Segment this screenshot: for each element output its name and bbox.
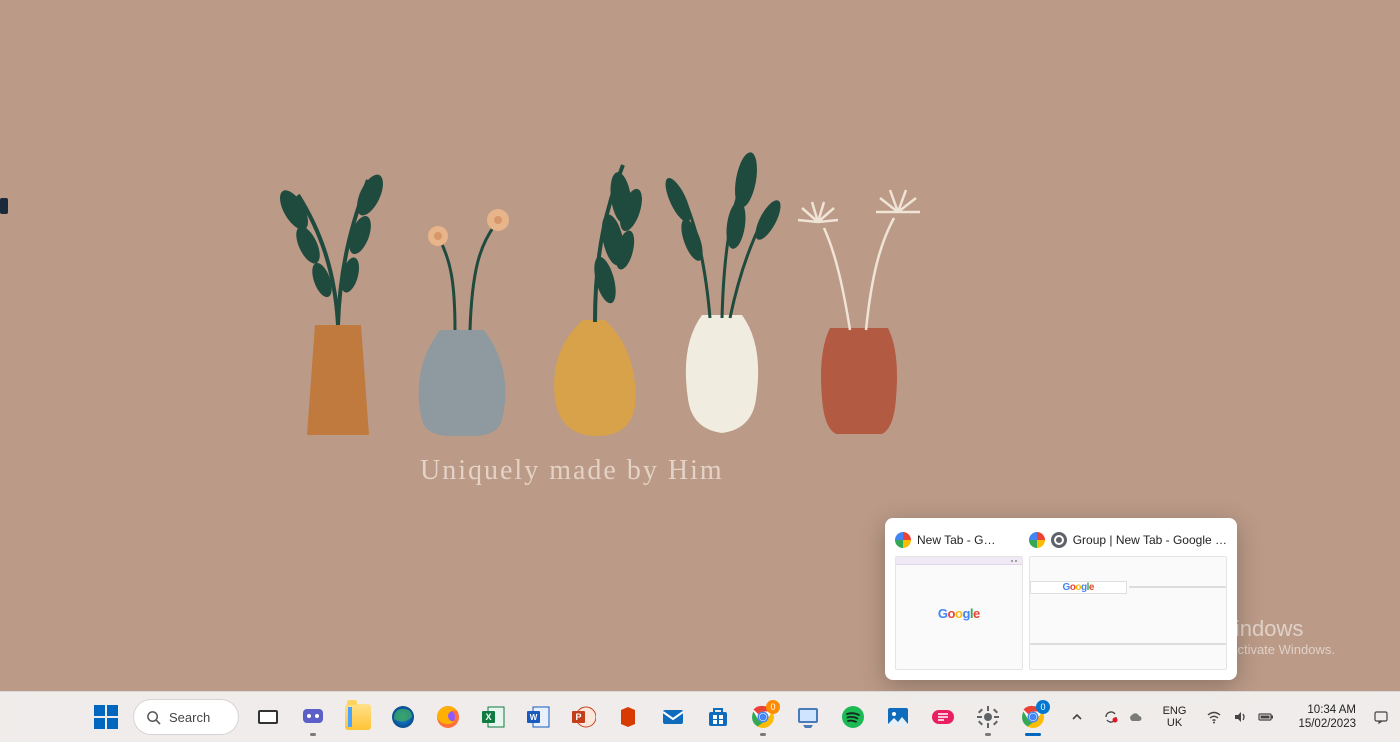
taskbar-mail[interactable] xyxy=(652,696,694,738)
window-preview-thumbnail-group[interactable]: Google xyxy=(1029,556,1227,670)
desktop-icon-partially-visible[interactable] xyxy=(0,198,8,214)
taskbar-teams-chat[interactable] xyxy=(292,696,334,738)
excel-icon: X xyxy=(480,704,506,730)
spotify-icon xyxy=(840,704,866,730)
window-preview-thumbnail[interactable]: Google xyxy=(895,556,1023,670)
battery-icon xyxy=(1258,709,1274,725)
volume-icon xyxy=(1232,709,1248,725)
clock-time: 10:34 AM xyxy=(1298,703,1356,717)
firefox-icon xyxy=(435,704,461,730)
tray-language[interactable]: ENG UK xyxy=(1155,697,1195,737)
word-icon: W xyxy=(525,704,551,730)
taskbar-window-preview: New Tab - G… Google Group | New Tab - Go… xyxy=(885,518,1237,680)
window-preview-title: New Tab - G… xyxy=(917,533,995,547)
wifi-icon xyxy=(1206,709,1222,725)
gear-icon xyxy=(975,704,1001,730)
taskbar-paint[interactable] xyxy=(787,696,829,738)
svg-text:P: P xyxy=(575,712,581,722)
keyboard-layout: UK xyxy=(1163,717,1187,729)
taskbar-pinned-apps: Search X W xyxy=(85,692,1054,742)
notification-icon xyxy=(1374,710,1388,724)
tray-overflow[interactable] xyxy=(1063,697,1091,737)
chevron-up-icon xyxy=(1071,711,1083,723)
taskbar-chrome-active[interactable]: 0 xyxy=(1012,696,1054,738)
taskbar-settings[interactable] xyxy=(967,696,1009,738)
taskbar-pinned-app[interactable] xyxy=(922,696,964,738)
paint-icon xyxy=(795,704,821,730)
taskbar-task-view[interactable] xyxy=(247,696,289,738)
language-code: ENG xyxy=(1163,705,1187,717)
system-tray: ENG UK 10:34 AM 15/02/2023 xyxy=(1063,692,1390,742)
window-preview-title: Group | New Tab - Google … xyxy=(1073,533,1227,547)
taskbar-edge[interactable] xyxy=(382,696,424,738)
taskbar-office[interactable] xyxy=(607,696,649,738)
taskbar-file-explorer[interactable] xyxy=(337,696,379,738)
taskbar-spotify[interactable] xyxy=(832,696,874,738)
clock-date: 15/02/2023 xyxy=(1298,717,1356,731)
edge-icon xyxy=(390,704,416,730)
taskbar-firefox[interactable] xyxy=(427,696,469,738)
taskbar-search[interactable]: Search xyxy=(134,700,238,734)
onedrive-icon xyxy=(1127,709,1143,725)
chrome-icon xyxy=(895,532,911,548)
taskbar-word[interactable]: W xyxy=(517,696,559,738)
taskbar-microsoft-store[interactable] xyxy=(697,696,739,738)
badge: 0 xyxy=(766,700,780,714)
app-icon xyxy=(930,704,956,730)
office-icon xyxy=(615,704,641,730)
tray-clock[interactable]: 10:34 AM 15/02/2023 xyxy=(1286,697,1368,737)
tray-background-apps[interactable] xyxy=(1095,697,1151,737)
wallpaper-illustration xyxy=(270,150,930,450)
store-icon xyxy=(705,704,731,730)
powerpoint-icon: P xyxy=(570,704,596,730)
badge: 0 xyxy=(1036,700,1050,714)
svg-text:W: W xyxy=(530,713,538,722)
tray-quick-settings[interactable] xyxy=(1198,697,1282,737)
taskbar-photos[interactable] xyxy=(877,696,919,738)
search-icon xyxy=(146,710,161,725)
start-button[interactable] xyxy=(85,696,127,738)
chrome-icon xyxy=(1029,532,1045,548)
gear-icon xyxy=(1051,532,1067,548)
taskbar: Search X W xyxy=(0,691,1400,742)
taskbar-excel[interactable]: X xyxy=(472,696,514,738)
photos-icon xyxy=(885,704,911,730)
window-preview-item[interactable]: New Tab - G… Google xyxy=(895,528,1023,670)
mail-icon xyxy=(660,704,686,730)
window-preview-item[interactable]: Group | New Tab - Google … Google xyxy=(1029,528,1227,670)
taskbar-powerpoint[interactable]: P xyxy=(562,696,604,738)
search-label: Search xyxy=(169,710,210,725)
wallpaper-caption: Uniquely made by Him xyxy=(420,455,724,487)
tray-notifications[interactable] xyxy=(1372,697,1390,737)
taskbar-chrome[interactable]: 0 xyxy=(742,696,784,738)
svg-text:X: X xyxy=(485,712,491,722)
folder-icon xyxy=(345,704,371,730)
sync-icon xyxy=(1103,709,1119,725)
desktop[interactable]: Uniquely made by Him Activate Windows Go… xyxy=(0,0,1400,742)
